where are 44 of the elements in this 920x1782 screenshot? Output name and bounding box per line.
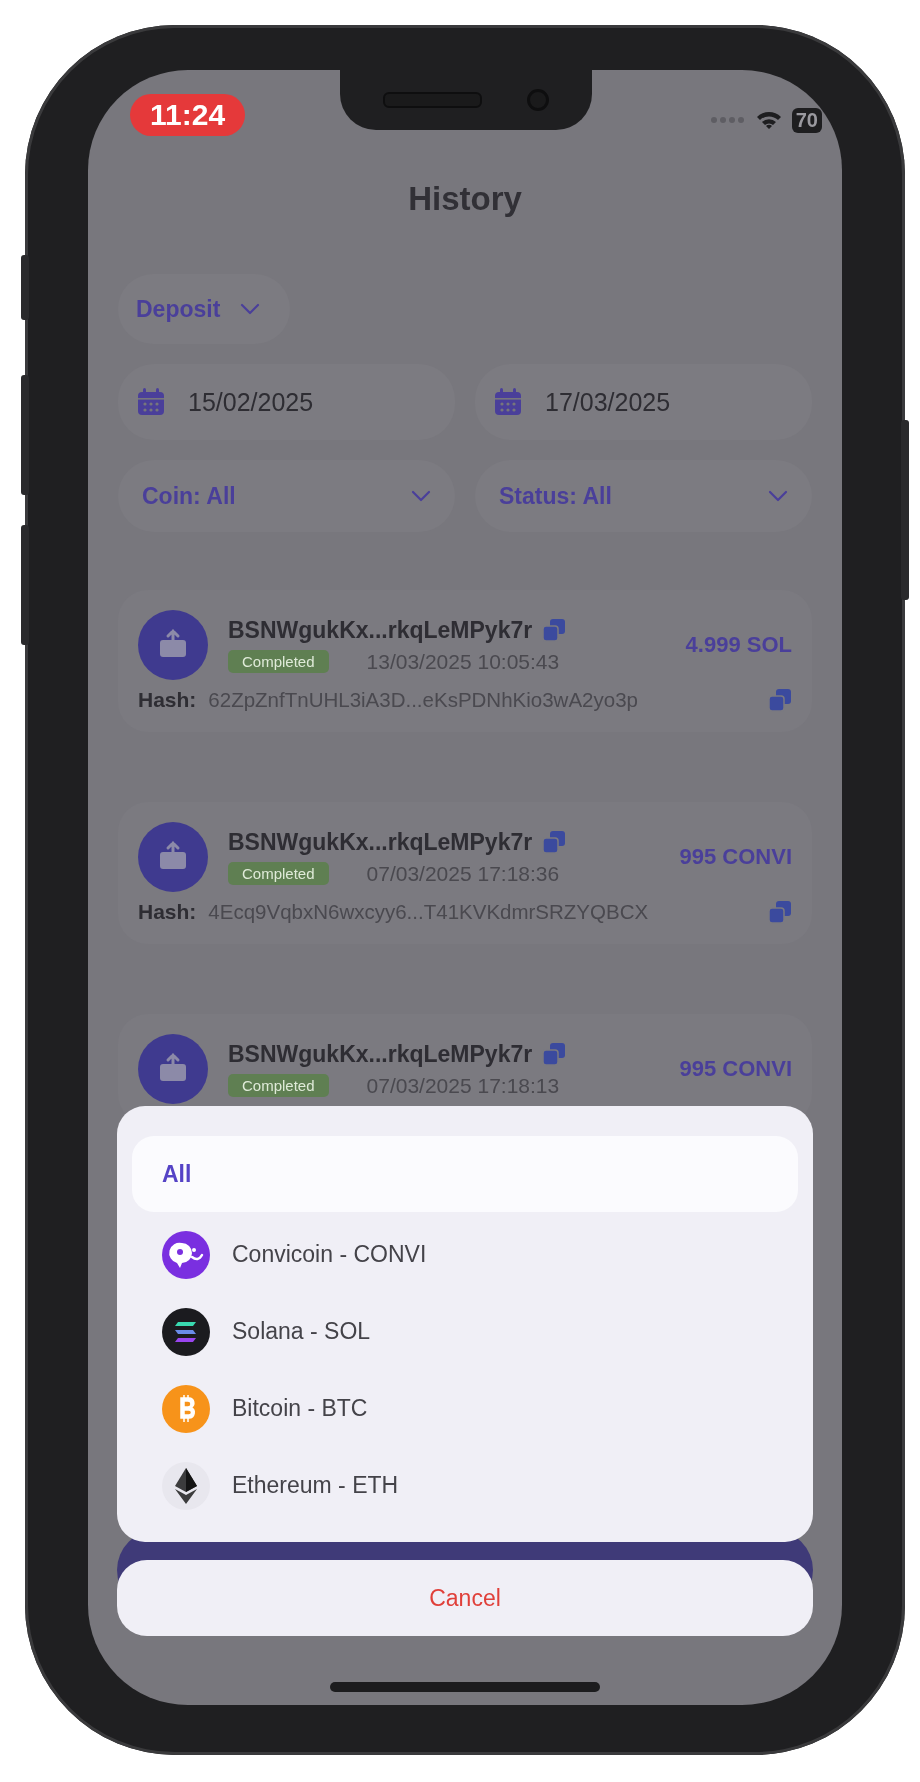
wifi-icon [755, 110, 782, 130]
cancel-button[interactable]: Cancel [117, 1560, 813, 1636]
chevron-down-icon [768, 490, 788, 502]
status-badge: Completed [228, 1074, 329, 1097]
chevron-down-icon [240, 303, 261, 315]
coin-option[interactable]: Solana - SOL [132, 1297, 798, 1366]
signal-icon [709, 116, 746, 124]
coin-icon [162, 1384, 210, 1433]
copy-icon [768, 900, 792, 924]
calendar-icon [136, 387, 166, 417]
copy-icon [542, 618, 567, 642]
transaction-amount: 995 CONVI [679, 1056, 792, 1082]
wallet-address: BSNWgukKx...rkqLeMPyk7r [228, 616, 533, 644]
coin-icon [162, 1230, 210, 1279]
wallet-address: BSNWgukKx...rkqLeMPyk7r [228, 828, 533, 856]
date-field[interactable]: 15/02/2025 [118, 364, 455, 440]
transaction-amount: 4.999 SOL [685, 632, 792, 658]
coin-option[interactable]: All [132, 1136, 798, 1212]
status-time: 11:24 [130, 94, 246, 136]
transaction-amount: 995 CONVI [679, 844, 792, 870]
status-badge: Completed [228, 650, 329, 673]
copy-icon [768, 688, 792, 712]
upload-icon [138, 822, 208, 892]
page-title: History [407, 180, 523, 218]
hash-label: Hash: [138, 900, 197, 924]
status-badge: Completed [228, 862, 329, 885]
copy-icon [542, 830, 567, 854]
coin-option[interactable]: Convicoin - CONVI [132, 1220, 798, 1289]
type-dropdown[interactable]: Deposit [118, 274, 291, 344]
copy-icon [542, 1042, 567, 1066]
filter-dropdown[interactable]: Coin: All [118, 460, 455, 532]
calendar-icon [493, 387, 523, 417]
upload-icon [138, 1034, 208, 1104]
hash-label: Hash: [138, 688, 197, 712]
date-field[interactable]: 17/03/2025 [475, 364, 812, 440]
chevron-down-icon [411, 490, 431, 502]
coin-option[interactable]: Ethereum - ETH [132, 1451, 798, 1520]
coin-option[interactable]: Bitcoin - BTC [132, 1374, 798, 1443]
coin-icon [162, 1307, 210, 1356]
coin-icon [162, 1461, 210, 1510]
wallet-address: BSNWgukKx...rkqLeMPyk7r [228, 1040, 533, 1068]
battery-indicator: 70 [791, 107, 822, 133]
filter-dropdown[interactable]: Status: All [475, 460, 812, 532]
upload-icon [138, 610, 208, 680]
